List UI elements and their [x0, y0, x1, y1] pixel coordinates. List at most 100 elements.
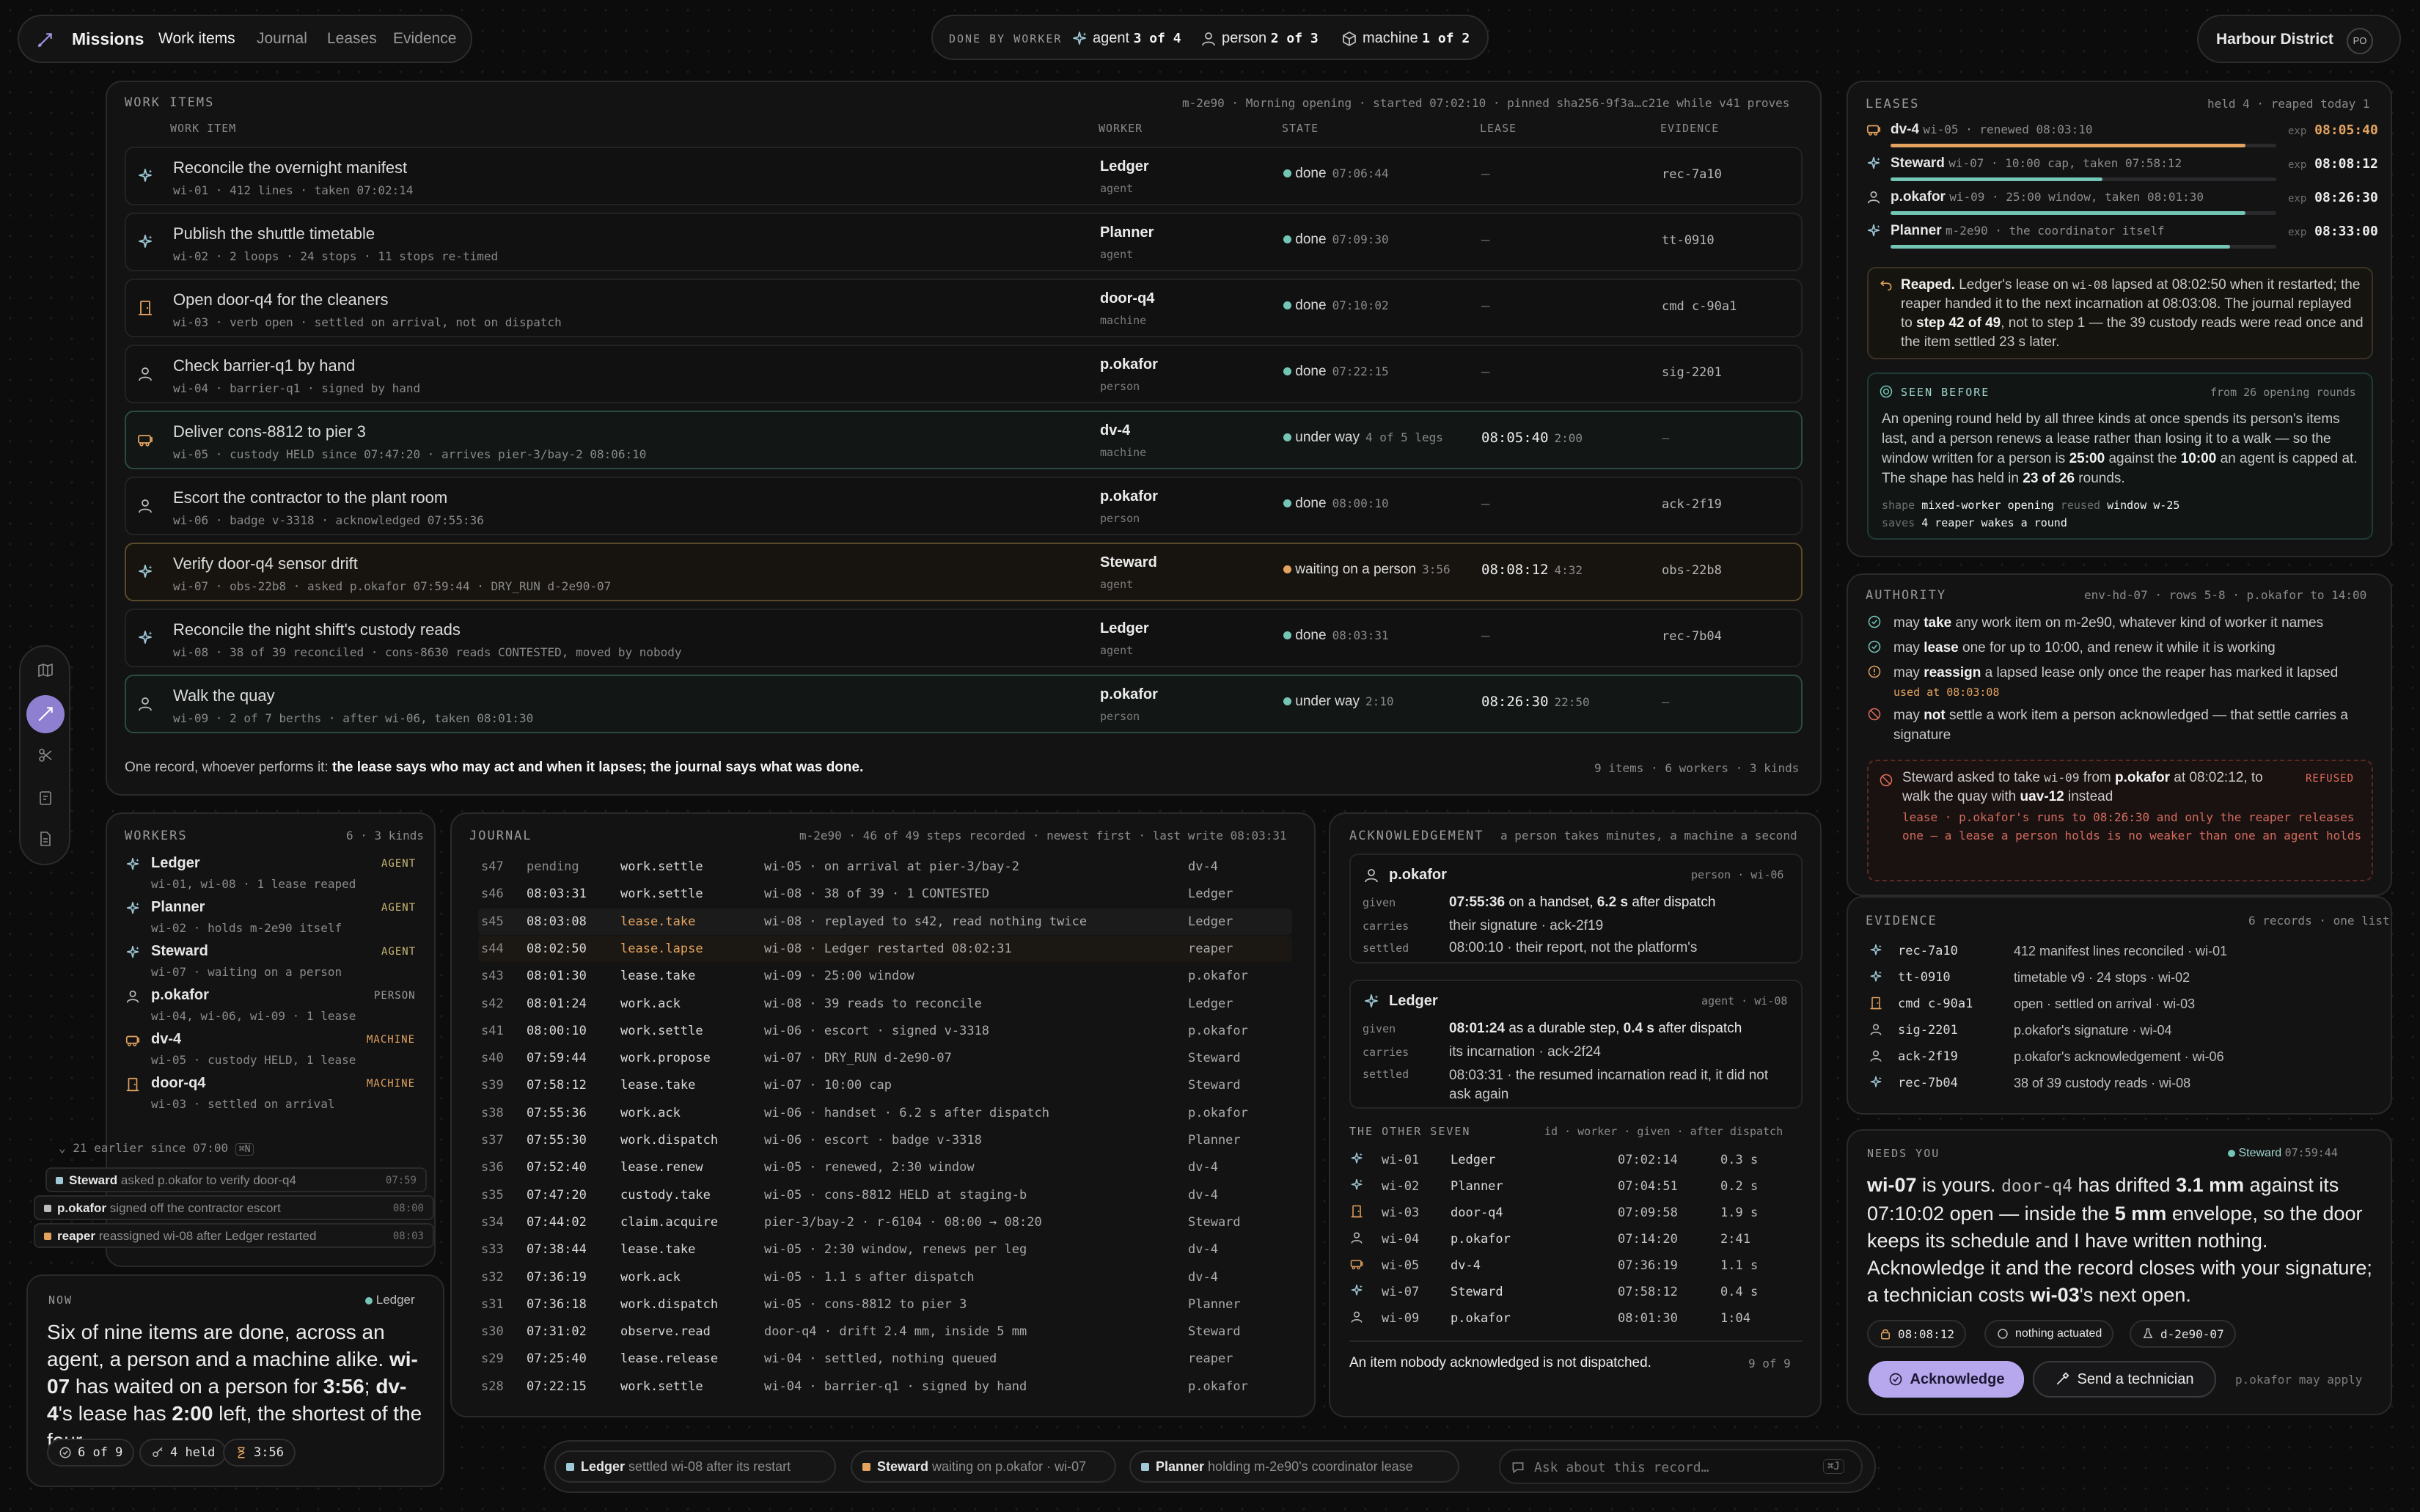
journal-row[interactable]: s34 07:44:02 claim.acquire pier-3/bay-2 …: [478, 1209, 1292, 1236]
ack-other-row[interactable]: wi-01 Ledger 07:02:14 0.3 s: [1349, 1148, 1803, 1172]
evidence-item[interactable]: rec-7a10 412 manifest lines reconciled ·…: [1869, 940, 2375, 964]
acknowledge-button[interactable]: Acknowledge: [1869, 1361, 2024, 1398]
lease-holder: Planner m-2e90 · the coordinator itself: [1891, 223, 2165, 238]
tools-icon[interactable]: [37, 746, 54, 768]
journal-row[interactable]: s41 08:00:10 work.settle wi-06 · escort …: [478, 1018, 1292, 1044]
evidence-item[interactable]: tt-0910 timetable v9 · 24 stops · wi-02: [1869, 966, 2375, 990]
table-row[interactable]: Deliver cons-8812 to pier 3 wi-05 · cust…: [125, 411, 1803, 469]
ask-box[interactable]: ⌘J: [1499, 1449, 1863, 1484]
journal-row[interactable]: s47 pending work.settle wi-05 · on arriv…: [478, 854, 1292, 880]
lease-item[interactable]: Planner m-2e90 · the coordinator itself …: [1866, 223, 2378, 255]
map-icon[interactable]: [37, 661, 54, 683]
ask-input[interactable]: [1534, 1458, 1798, 1477]
send-technician-button[interactable]: Send a technician: [2033, 1361, 2216, 1398]
worker-item[interactable]: p.okafor PERSON wi-04, wi-06, wi-09 · 1 …: [125, 987, 418, 1028]
table-row[interactable]: Escort the contractor to the plant room …: [125, 477, 1803, 535]
table-row[interactable]: Reconcile the overnight manifest wi-01 ·…: [125, 147, 1803, 205]
journal-title: JOURNAL: [469, 829, 532, 843]
table-row[interactable]: Walk the quay wi-09 · 2 of 7 berths · af…: [125, 675, 1803, 733]
worker-item[interactable]: door-q4 MACHINE wi-03 · settled on arriv…: [125, 1075, 418, 1116]
ack-divider: [1349, 1340, 1803, 1342]
journal-row[interactable]: s38 07:55:36 work.ack wi-06 · handset · …: [478, 1100, 1292, 1126]
tab-leases[interactable]: Leases: [327, 30, 377, 48]
journal-row[interactable]: s39 07:58:12 lease.take wi-07 · 10:00 ca…: [478, 1072, 1292, 1098]
journal-row[interactable]: s32 07:36:19 work.ack wi-05 · 1.1 s afte…: [478, 1264, 1292, 1291]
toast[interactable]: p.okafor signed off the contractor escor…: [34, 1195, 434, 1220]
journal-row[interactable]: s31 07:36:18 work.dispatch wi-05 · cons-…: [478, 1291, 1292, 1318]
missions-rail-icon[interactable]: [26, 695, 65, 733]
tab-evidence[interactable]: Evidence: [393, 30, 456, 48]
app-title[interactable]: Missions: [72, 29, 144, 49]
authority-rule: may reassign a lapsed lease only once th…: [1867, 663, 2373, 702]
ack-card-person[interactable]: p.okafor person · wi-06 given 07:55:36 o…: [1349, 854, 1803, 964]
table-row[interactable]: Open door-q4 for the cleaners wi-03 · ve…: [125, 279, 1803, 337]
evidence-item[interactable]: rec-7b04 38 of 39 custody reads · wi-08: [1869, 1072, 2375, 1096]
ack-card-agent[interactable]: Ledger agent · wi-08 given 08:01:24 as a…: [1349, 980, 1803, 1109]
state-dot: [1283, 499, 1291, 508]
clipboard-icon[interactable]: [37, 789, 54, 810]
evidence-id[interactable]: —: [1662, 695, 1669, 710]
lease-item[interactable]: dv-4 wi-05 · renewed 08:03:10 exp 08:05:…: [1866, 122, 2378, 154]
lease-item[interactable]: p.okafor wi-09 · 25:00 window, taken 08:…: [1866, 189, 2378, 221]
ack-other-row[interactable]: wi-03 door-q4 07:09:58 1.9 s: [1349, 1201, 1803, 1225]
journal-row[interactable]: s36 07:52:40 lease.renew wi-05 · renewed…: [478, 1154, 1292, 1181]
table-row[interactable]: Verify door-q4 sensor drift wi-07 · obs-…: [125, 543, 1803, 601]
ack-other-row[interactable]: wi-02 Planner 07:04:51 0.2 s: [1349, 1175, 1803, 1198]
journal-row[interactable]: s45 08:03:08 lease.take wi-08 · replayed…: [478, 908, 1292, 935]
ack-other-row[interactable]: wi-05 dv-4 07:36:19 1.1 s: [1349, 1254, 1803, 1277]
earlier-toggle[interactable]: ⌄ 21 earlier since 07:00 ⌘N: [59, 1141, 254, 1156]
ack-other-row[interactable]: wi-09 p.okafor 08:01:30 1:04: [1349, 1307, 1803, 1330]
evidence-id[interactable]: tt-0910: [1662, 233, 1715, 248]
lease: —: [1481, 496, 1490, 512]
document-icon[interactable]: [37, 830, 54, 851]
evidence-id[interactable]: rec-7a10: [1662, 167, 1722, 182]
evidence-id[interactable]: obs-22b8: [1662, 563, 1722, 578]
ack-other-row[interactable]: wi-04 p.okafor 07:14:20 2:41: [1349, 1227, 1803, 1251]
work-item-meta: wi-04 · barrier-q1 · signed by hand: [173, 381, 421, 395]
lease-item[interactable]: Steward wi-07 · 10:00 cap, taken 07:58:1…: [1866, 155, 2378, 188]
agent-icon: [1869, 969, 1883, 984]
table-row[interactable]: Publish the shuttle timetable wi-02 · 2 …: [125, 213, 1803, 271]
table-row[interactable]: Check barrier-q1 by hand wi-04 · barrier…: [125, 345, 1803, 403]
journal-row[interactable]: s30 07:31:02 observe.read door-q4 · drif…: [478, 1318, 1292, 1345]
journal-row[interactable]: s33 07:38:44 lease.take wi-05 · 2:30 win…: [478, 1236, 1292, 1263]
work-item-title: Open door-q4 for the cleaners: [173, 290, 389, 309]
journal-row[interactable]: s37 07:55:30 work.dispatch wi-06 · escor…: [478, 1127, 1292, 1153]
evidence-id[interactable]: rec-7b04: [1662, 629, 1722, 644]
district-selector[interactable]: Harbour District PO: [2197, 15, 2401, 63]
evidence-item[interactable]: cmd c-90a1 open · settled on arrival · w…: [1869, 993, 2375, 1016]
journal-row[interactable]: s40 07:59:44 work.propose wi-07 · DRY_RU…: [478, 1045, 1292, 1071]
bottom-chip[interactable]: Steward waiting on p.okafor · wi-07: [851, 1450, 1116, 1483]
lease: —: [1481, 364, 1490, 380]
avatar[interactable]: PO: [2347, 28, 2373, 54]
journal-row[interactable]: s44 08:02:50 lease.lapse wi-08 · Ledger …: [478, 935, 1292, 962]
journal-row[interactable]: s42 08:01:24 work.ack wi-08 · 39 reads t…: [478, 991, 1292, 1017]
journal-row[interactable]: s46 08:03:31 work.settle wi-08 · 38 of 3…: [478, 881, 1292, 907]
journal-row[interactable]: s35 07:47:20 custody.take wi-05 · cons-8…: [478, 1182, 1292, 1208]
worker-item[interactable]: Planner AGENT wi-02 · holds m-2e90 itsel…: [125, 899, 418, 940]
evidence-item[interactable]: sig-2201 p.okafor's signature · wi-04: [1869, 1019, 2375, 1043]
toast[interactable]: Steward asked p.okafor to verify door-q4…: [45, 1167, 427, 1192]
tab-work-items[interactable]: Work items: [158, 30, 235, 48]
table-row[interactable]: Reconcile the night shift's custody read…: [125, 609, 1803, 667]
bottom-chip[interactable]: Ledger settled wi-08 after its restart: [554, 1450, 836, 1483]
worker-item[interactable]: dv-4 MACHINE wi-05 · custody HELD, 1 lea…: [125, 1031, 418, 1072]
worker-kind: machine: [1100, 446, 1147, 459]
journal-row[interactable]: s28 07:22:15 work.settle wi-04 · barrier…: [478, 1373, 1292, 1400]
toast[interactable]: reaper reassigned wi-08 after Ledger res…: [34, 1223, 434, 1248]
worker-item[interactable]: Ledger AGENT wi-01, wi-08 · 1 lease reap…: [125, 855, 418, 896]
evidence-id[interactable]: ack-2f19: [1662, 497, 1722, 512]
journal-row[interactable]: s43 08:01:30 lease.take wi-09 · 25:00 wi…: [478, 963, 1292, 989]
evidence-id[interactable]: sig-2201: [1662, 365, 1722, 380]
worker-item[interactable]: Steward AGENT wi-07 · waiting on a perso…: [125, 943, 418, 984]
lease-bar-fill: [1891, 177, 2102, 181]
evidence-id[interactable]: cmd c-90a1: [1662, 299, 1737, 314]
tab-journal[interactable]: Journal: [257, 30, 307, 48]
app-logo-icon[interactable]: [35, 31, 54, 54]
bottom-chip[interactable]: Planner holding m-2e90's coordinator lea…: [1129, 1450, 1459, 1483]
evidence-item[interactable]: ack-2f19 p.okafor's acknowledgement · wi…: [1869, 1046, 2375, 1069]
ack-other-row[interactable]: wi-07 Steward 07:58:12 0.4 s: [1349, 1280, 1803, 1304]
journal-row[interactable]: s29 07:25:40 lease.release wi-04 · settl…: [478, 1346, 1292, 1372]
evidence-id[interactable]: —: [1662, 431, 1669, 446]
lease-holder: Steward wi-07 · 10:00 cap, taken 07:58:1…: [1891, 155, 2182, 171]
